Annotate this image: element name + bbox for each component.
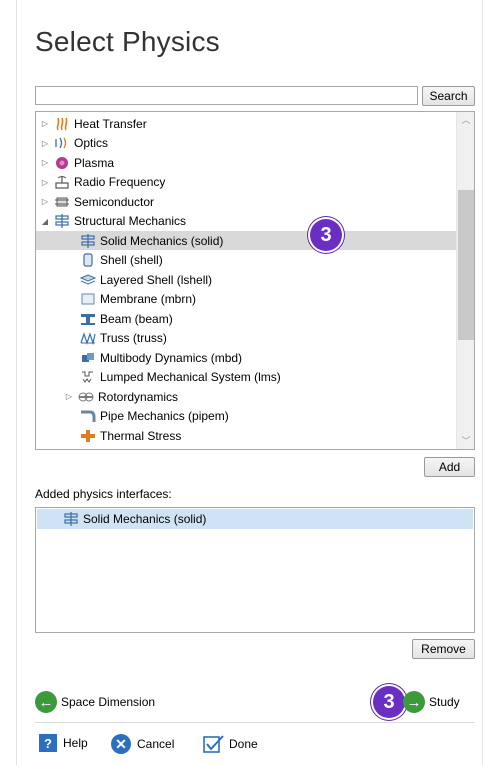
step-badge: 3 [310, 219, 342, 251]
semiconductor-icon [54, 195, 70, 209]
expand-arrow-icon[interactable]: ▷ [64, 392, 74, 401]
scroll-down-arrow-icon[interactable]: ﹀ [457, 433, 474, 449]
thermal-stress-icon [80, 429, 96, 443]
done-label: Done [229, 737, 258, 751]
tree-item-label: Layered Shell (lshell) [100, 272, 213, 287]
expand-arrow-icon[interactable]: ▷ [40, 197, 50, 206]
tree-item-label: Structural Mechanics [74, 214, 187, 228]
expand-arrow-icon[interactable]: ▷ [40, 178, 50, 187]
expand-arrow-icon[interactable]: ▷ [40, 119, 50, 128]
arrow-right-icon: → [403, 691, 425, 713]
tree-item-label: Optics [74, 136, 109, 150]
structural-mechanics-icon [54, 214, 70, 228]
step-badge: 3 [373, 686, 405, 718]
page-title: Select Physics [35, 26, 220, 57]
tree-item-label: Beam (beam) [100, 311, 173, 326]
search-button[interactable]: Search [422, 86, 475, 106]
tree-item[interactable]: Beam (beam) [36, 309, 456, 328]
tree-item-label: Radio Frequency [74, 175, 166, 189]
tree-item-label: Shell (shell) [100, 253, 163, 267]
tree-item[interactable]: ▷ Semiconductor [36, 192, 456, 211]
done-button[interactable]: Done [203, 734, 258, 754]
tree-item-label: Semiconductor [74, 194, 155, 209]
tree-scrollbar[interactable]: ︿ ﹀ [456, 112, 474, 449]
tree-item[interactable]: Multibody Dynamics (mbd) [36, 348, 456, 367]
truss-icon [80, 331, 96, 346]
scroll-up-arrow-icon[interactable]: ︿ [457, 112, 474, 128]
divider [35, 722, 475, 723]
close-icon: ✕ [111, 734, 131, 754]
select-physics-panel: Select Physics Search ▷ Heat Transfer ▷ Opt… [16, 0, 483, 765]
tree-item[interactable]: Shell (shell) [36, 251, 456, 270]
collapse-arrow-icon[interactable]: ◢ [40, 217, 50, 226]
tree-item[interactable]: Membrane (mbrn) [36, 290, 456, 309]
tree-item[interactable]: Thermal Stress [36, 426, 456, 445]
tree-item-label: Solid Mechanics (solid) [100, 233, 224, 248]
membrane-icon [80, 292, 96, 306]
checkbox-check-icon [203, 734, 225, 754]
tree-item-label: Plasma [74, 155, 115, 170]
remove-button[interactable]: Remove [412, 639, 475, 659]
pipe-mechanics-icon [80, 409, 96, 423]
arrow-left-icon: ← [35, 691, 57, 713]
tree-item-label: Pipe Mechanics (pipem) [100, 409, 229, 423]
list-item-label: Solid Mechanics (solid) [83, 512, 207, 526]
optics-icon [54, 136, 70, 150]
tree-item-label: Heat Transfer [74, 116, 147, 131]
tree-item[interactable]: Solid Mechanics (solid) [36, 231, 456, 250]
physics-tree: ▷ Heat Transfer ▷ Optics ▷ Plasma ▷ Radio Frequ… [35, 111, 475, 450]
tree-item[interactable]: ▷ Optics [36, 134, 456, 153]
tree-item-label: Rotordynamics [98, 389, 179, 404]
tree-item[interactable]: Lumped Mechanical System (lms) [36, 368, 456, 387]
tree-item-label: Membrane (mbrn) [100, 292, 197, 306]
next-label: Study [429, 695, 460, 709]
tree-item[interactable]: Layered Shell (lshell) [36, 270, 456, 289]
scroll-thumb[interactable] [458, 190, 474, 340]
expand-arrow-icon[interactable]: ▷ [40, 158, 50, 167]
plasma-icon [54, 156, 70, 170]
tree-item-label: Lumped Mechanical System (lms) [100, 370, 281, 384]
back-label: Space Dimension [61, 695, 156, 709]
tree-item[interactable]: ▷ Radio Frequency [36, 173, 456, 192]
tree-item-label: Multibody Dynamics (mbd) [100, 350, 243, 365]
tree-item[interactable]: ▷ Plasma [36, 153, 456, 172]
added-interfaces-label: Added physics interfaces: [35, 487, 172, 501]
lumped-mechanical-icon [80, 370, 96, 384]
beam-icon [80, 312, 96, 326]
search-input[interactable] [35, 86, 418, 105]
added-interfaces-list: Solid Mechanics (solid) [35, 507, 475, 633]
heat-transfer-icon [54, 117, 70, 131]
tree-item-label: Thermal Stress [100, 428, 182, 443]
solid-mechanics-icon [80, 233, 96, 248]
solid-mechanics-icon [63, 512, 79, 526]
tree-item[interactable]: ▷ Rotordynamics [36, 387, 456, 406]
layered-shell-icon [79, 273, 97, 287]
add-button[interactable]: Add [424, 457, 475, 477]
shell-icon [80, 253, 96, 267]
rotordynamics-icon [78, 390, 94, 404]
tree-item[interactable]: Truss (truss) [36, 329, 456, 348]
tree-item[interactable]: ◢ Structural Mechanics [36, 212, 456, 231]
list-item[interactable]: Solid Mechanics (solid) [37, 509, 473, 529]
tree-item-label: Truss (truss) [100, 331, 167, 345]
multibody-dynamics-icon [80, 351, 96, 365]
cancel-label: Cancel [137, 737, 175, 751]
help-icon: ? [39, 734, 57, 752]
help-label: Help [63, 736, 88, 750]
back-space-dimension-button[interactable]: ← Space Dimension [35, 691, 155, 713]
help-button[interactable]: ? Help [39, 734, 88, 752]
radio-frequency-icon [54, 175, 70, 189]
next-study-button[interactable]: → Study [403, 691, 460, 713]
tree-item[interactable]: Pipe Mechanics (pipem) [36, 407, 456, 426]
cancel-button[interactable]: ✕ Cancel [111, 734, 174, 754]
expand-arrow-icon[interactable]: ▷ [40, 139, 50, 148]
tree-item[interactable]: ▷ Heat Transfer [36, 114, 456, 133]
